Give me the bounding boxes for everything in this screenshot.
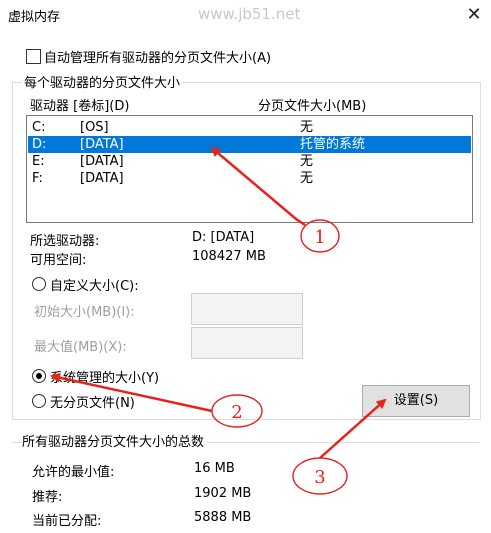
set-button[interactable]: 设置(S) [362, 385, 470, 417]
max-size-label: 最大值(MB)(X): [34, 340, 127, 355]
drive-paging-size: 无 [300, 120, 314, 135]
drive-paging-size: 无 [300, 171, 314, 186]
auto-manage-label[interactable]: 自动管理所有驱动器的分页文件大小(A) [44, 47, 271, 66]
max-size-input [191, 327, 303, 359]
drive-letter: E: [32, 154, 45, 169]
drive-letter: D: [32, 137, 47, 152]
drive-paging-size: 无 [300, 154, 314, 169]
column-header-drive: 驱动器 [卷标](D) [30, 99, 130, 114]
custom-size-label[interactable]: 自定义大小(C): [50, 275, 139, 294]
min-allowed-value: 16 MB [194, 461, 235, 476]
currently-allocated-value: 5888 MB [194, 510, 252, 525]
window-title: 虚拟内存 [8, 10, 61, 25]
drive-letter: F: [32, 171, 43, 186]
recommended-value: 1902 MB [194, 486, 252, 501]
custom-size-radio[interactable] [32, 277, 46, 291]
drive-row-e[interactable]: E: [DATA] 无 [28, 153, 471, 170]
no-paging-file-radio[interactable] [32, 394, 46, 408]
drive-label: [DATA] [80, 137, 124, 152]
totals-group-title: 所有驱动器分页文件大小的总数 [22, 431, 208, 450]
free-space-label: 可用空间: [30, 253, 87, 268]
initial-size-label: 初始大小(MB)(I): [34, 305, 135, 320]
selected-drive-value: D: [DATA] [192, 230, 255, 245]
initial-size-input [191, 293, 303, 325]
recommended-label: 推荐: [32, 490, 63, 505]
no-paging-file-label[interactable]: 无分页文件(N) [50, 392, 135, 411]
auto-manage-checkbox[interactable] [26, 49, 41, 64]
drive-row-d[interactable]: D: [DATA] 托管的系统 [28, 136, 471, 153]
drive-row-f[interactable]: F: [DATA] 无 [28, 170, 471, 187]
drive-label: [DATA] [80, 171, 124, 186]
currently-allocated-label: 当前已分配: [32, 514, 102, 529]
drive-label: [DATA] [80, 154, 124, 169]
drive-row-c[interactable]: C: [OS] 无 [28, 119, 471, 136]
watermark: www.jb51.net [198, 5, 301, 23]
system-managed-radio[interactable] [32, 369, 46, 383]
drive-letter: C: [32, 120, 46, 135]
column-header-size: 分页文件大小(MB) [258, 99, 367, 114]
selected-drive-label: 所选驱动器: [30, 234, 100, 249]
drive-label: [OS] [80, 120, 109, 135]
system-managed-label[interactable]: 系统管理的大小(Y) [50, 367, 159, 386]
free-space-value: 108427 MB [192, 249, 266, 264]
drive-paging-size: 托管的系统 [300, 137, 366, 152]
per-drive-group-title: 每个驱动器的分页文件大小 [22, 72, 183, 91]
min-allowed-label: 允许的最小值: [32, 465, 115, 480]
close-icon[interactable]: ✕ [462, 3, 486, 27]
drive-list[interactable]: C: [OS] 无 D: [DATA] 托管的系统 E: [DATA] 无 F:… [26, 115, 473, 223]
